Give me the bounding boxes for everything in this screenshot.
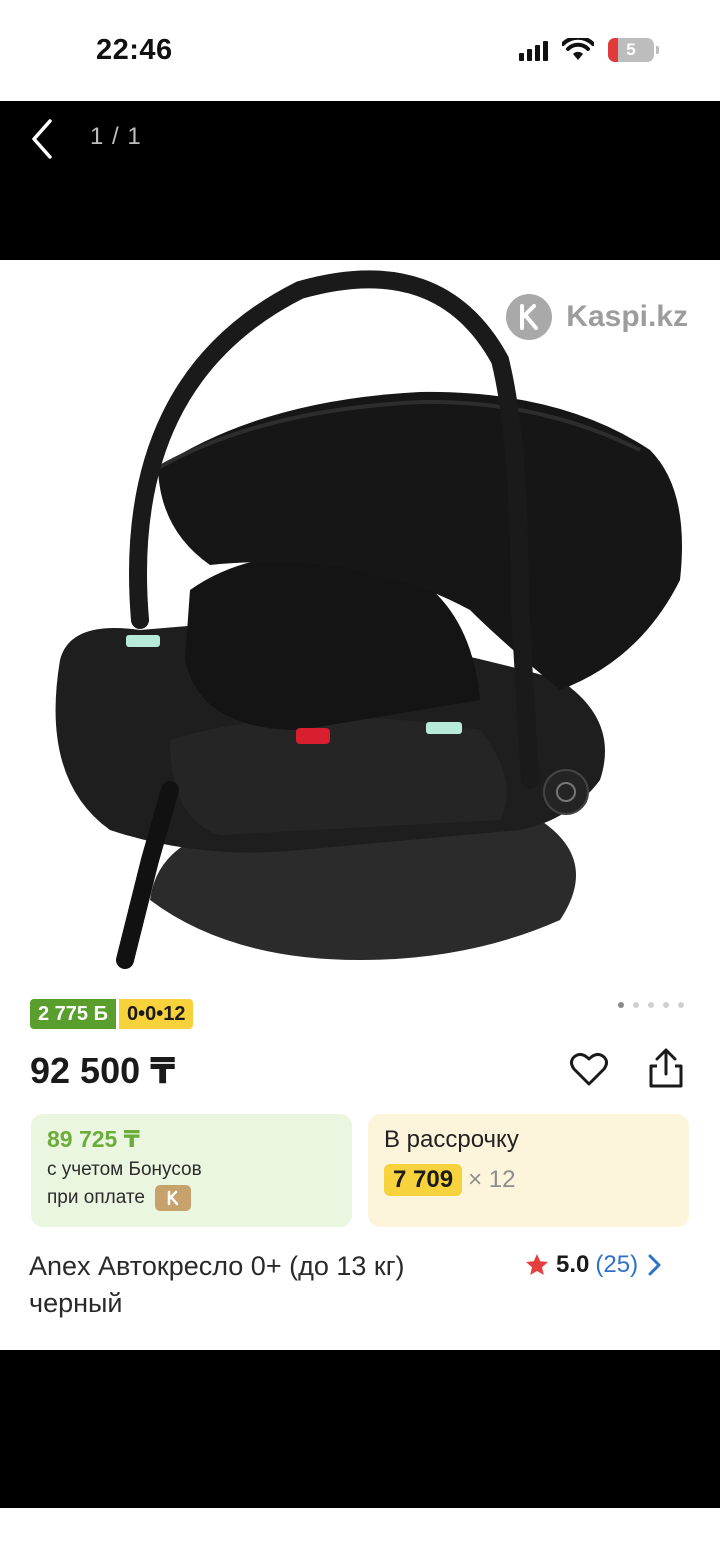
watermark-text: Kaspi.kz xyxy=(566,300,688,333)
bonus-line2: при оплате xyxy=(47,1187,145,1208)
gallery-dot xyxy=(648,1002,654,1008)
signal-icon xyxy=(519,39,548,61)
status-bar: 22:46 5 xyxy=(0,0,720,101)
gallery-dot xyxy=(663,1002,669,1008)
product-title: Anex Автокресло 0+ (до 13 кг) черный xyxy=(29,1251,405,1318)
bottom-overlay xyxy=(0,1350,720,1508)
rating-score: 5.0 xyxy=(556,1251,590,1278)
star-icon xyxy=(526,1254,548,1275)
bonus-line1: с учетом Бонусов xyxy=(47,1159,202,1180)
favorite-button[interactable] xyxy=(568,1048,610,1090)
gallery-dot xyxy=(678,1002,684,1008)
battery-icon: 5 xyxy=(608,38,659,62)
rating-link[interactable]: 5.0 (25) xyxy=(524,1248,664,1282)
product-price: 92 500 ₸ xyxy=(30,1050,176,1091)
home-indicator-area xyxy=(0,1508,720,1564)
installment-title: В рассрочку xyxy=(384,1126,519,1153)
status-time: 22:46 xyxy=(96,34,173,66)
installment-box[interactable]: В рассрочку 7 709 × 12 xyxy=(368,1114,689,1227)
chevron-right-icon xyxy=(648,1254,661,1276)
kaspi-logo-icon xyxy=(506,294,553,340)
status-icons: 5 xyxy=(519,38,659,62)
watermark: Kaspi.kz xyxy=(506,294,688,340)
share-icon xyxy=(649,1048,683,1088)
wifi-icon xyxy=(562,38,594,60)
bonus-offer-box[interactable]: 89 725 ₸ с учетом Бонусов при оплате xyxy=(31,1114,352,1227)
bonus-badge: 2 775 Б xyxy=(30,999,116,1029)
installment-row: 7 709 × 12 xyxy=(384,1164,673,1196)
heart-icon xyxy=(570,1052,608,1086)
battery-level: 5 xyxy=(626,40,636,59)
bonus-line2-row: при оплате xyxy=(47,1185,336,1211)
product-image[interactable]: Kaspi.kz xyxy=(0,260,720,982)
viewer-header: 1 / 1 xyxy=(0,101,720,260)
product-card: 2 775 Б 0•0•12 92 500 ₸ 89 725 ₸ с учето… xyxy=(0,982,720,1350)
chevron-left-icon xyxy=(32,119,52,159)
car-seat-image xyxy=(55,270,682,969)
gallery-dot xyxy=(618,1002,624,1008)
bonus-price: 89 725 ₸ xyxy=(47,1126,140,1152)
share-button[interactable] xyxy=(645,1046,687,1090)
installment-months: × 12 xyxy=(468,1166,516,1193)
installment-badge: 0•0•12 xyxy=(118,999,194,1029)
page-counter: 1 / 1 xyxy=(90,123,142,150)
rating-count: (25) xyxy=(595,1251,639,1278)
gallery-dot xyxy=(633,1002,639,1008)
badges: 2 775 Б 0•0•12 xyxy=(30,999,194,1029)
gallery-dots xyxy=(618,1002,684,1008)
kaspi-pay-icon xyxy=(154,1185,191,1211)
installment-amount: 7 709 xyxy=(384,1164,463,1196)
back-button[interactable] xyxy=(24,115,64,163)
